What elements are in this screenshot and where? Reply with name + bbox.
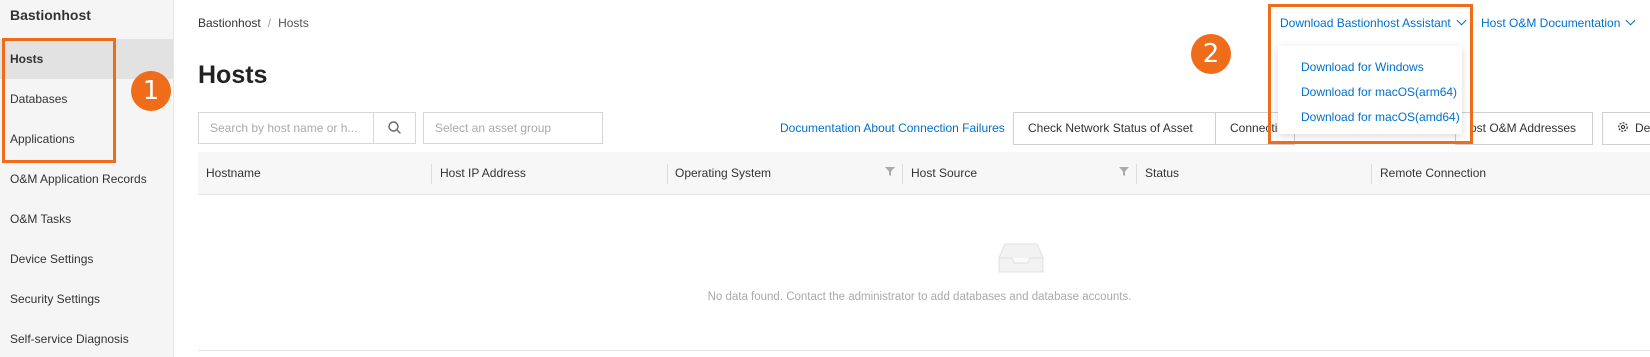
om-docs-label: Host O&M Documentation [1481, 16, 1621, 30]
search-input[interactable] [199, 113, 373, 143]
breadcrumb: Bastionhost / Hosts [198, 16, 309, 30]
filter-icon[interactable] [1118, 166, 1130, 177]
search-box [198, 112, 416, 144]
gear-icon [1618, 122, 1628, 132]
chevron-down-icon [1625, 15, 1636, 26]
column-divider [431, 164, 432, 184]
check-network-status-button[interactable]: Check Network Status of Asset [1013, 112, 1216, 145]
sidebar-item-self-service-diagnosis[interactable]: Self-service Diagnosis [0, 319, 173, 357]
empty-inbox-icon [998, 243, 1044, 273]
settings-button[interactable]: De [1602, 112, 1650, 145]
column-status: Status [1145, 166, 1180, 180]
sidebar-item-om-tasks[interactable]: O&M Tasks [0, 199, 173, 239]
connection-failures-doc-link[interactable]: Documentation About Connection Failures [780, 121, 1005, 135]
sidebar-item-applications[interactable]: Applications [0, 119, 173, 159]
callout-badge-1: 1 [131, 71, 171, 111]
download-windows-item[interactable]: Download for Windows [1301, 60, 1424, 74]
settings-button-label: De [1635, 121, 1650, 135]
om-docs-link[interactable]: Host O&M Documentation [1481, 15, 1636, 30]
column-host-ip-address: Host IP Address [440, 166, 526, 180]
download-dropdown-menu: Download for Windows Download for macOS(… [1278, 46, 1462, 134]
asset-group-select[interactable]: Select an asset group [423, 112, 603, 144]
empty-state-message: No data found. Contact the administrator… [707, 291, 1132, 303]
column-host-source: Host Source [911, 166, 978, 180]
host-om-addresses-button[interactable]: ost O&M Addresses [1455, 112, 1593, 145]
column-hostname: Hostname [206, 166, 261, 180]
filter-icon[interactable] [884, 166, 896, 177]
breadcrumb-current: Hosts [278, 16, 309, 30]
chevron-down-icon [1456, 15, 1467, 26]
breadcrumb-separator: / [267, 16, 272, 30]
sidebar-brand: Bastionhost [10, 7, 91, 23]
sidebar-item-device-settings[interactable]: Device Settings [0, 239, 173, 279]
search-icon [388, 121, 401, 134]
download-assistant-label: Download Bastionhost Assistant [1280, 16, 1451, 30]
page-title: Hosts [198, 61, 268, 89]
sidebar: Bastionhost Hosts Databases Applications… [0, 0, 174, 357]
column-divider [667, 164, 668, 184]
column-divider [902, 164, 903, 184]
sidebar-item-om-application-records[interactable]: O&M Application Records [0, 159, 173, 199]
callout-badge-2: 2 [1191, 34, 1231, 74]
table-header: Hostname Host IP Address Operating Syste… [198, 152, 1650, 195]
breadcrumb-root[interactable]: Bastionhost [198, 16, 261, 30]
download-macos-amd64-item[interactable]: Download for macOS(amd64) [1301, 110, 1460, 124]
download-assistant-link[interactable]: Download Bastionhost Assistant [1280, 15, 1467, 30]
column-divider [1371, 164, 1372, 184]
download-macos-arm64-item[interactable]: Download for macOS(arm64) [1301, 85, 1457, 99]
column-divider [1136, 164, 1137, 184]
search-button[interactable] [373, 113, 415, 143]
table-bottom-border [198, 350, 1650, 351]
column-remote-connection: Remote Connection [1380, 166, 1487, 180]
column-operating-system: Operating System [675, 166, 772, 180]
